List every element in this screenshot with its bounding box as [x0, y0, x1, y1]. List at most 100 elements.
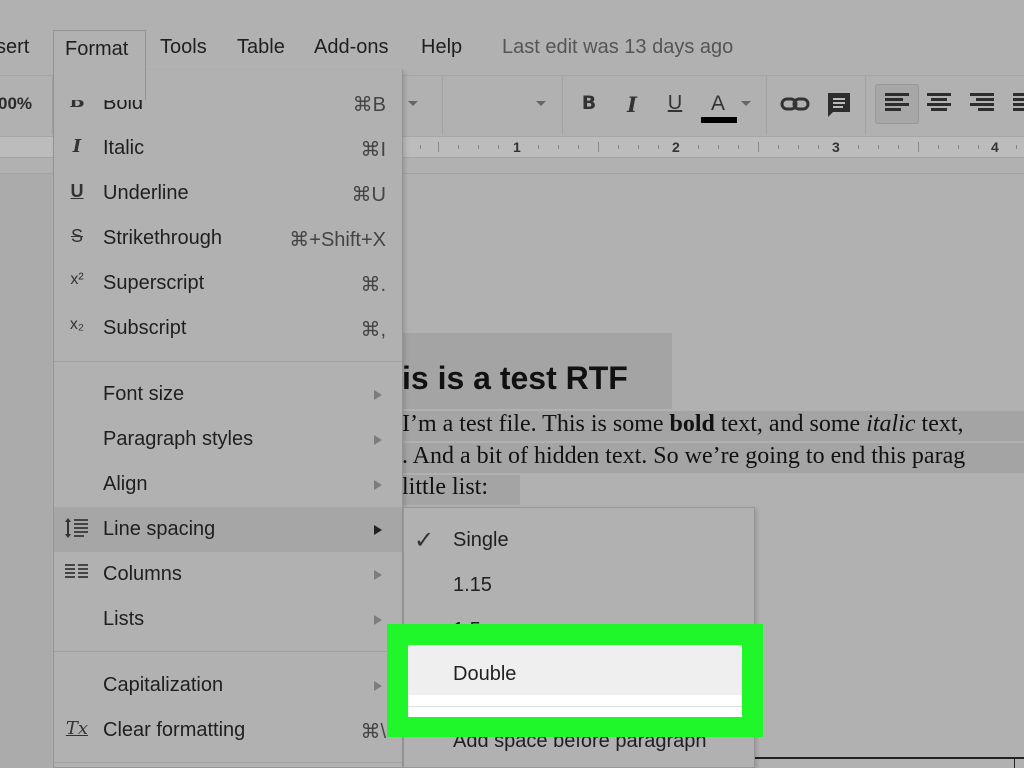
table-border [1014, 757, 1015, 768]
submenu-arrow-icon [374, 435, 382, 445]
ruler-tick [938, 145, 939, 149]
menu-item-align[interactable]: Align [54, 462, 402, 507]
menu-insert[interactable]: sert [0, 36, 29, 59]
ruler-tick [698, 145, 699, 149]
menu-divider [54, 762, 402, 763]
ruler-tick [420, 145, 421, 149]
ruler-label: 3 [832, 139, 840, 155]
submenu-item-label: Single [453, 529, 509, 551]
zoom-select[interactable]: 00% [0, 94, 32, 114]
line-spacing-icon [64, 517, 90, 544]
submenu-item-label: Double [453, 663, 517, 685]
ruler-tick [458, 145, 459, 149]
text-run: text, and some [714, 411, 867, 437]
menu-table[interactable]: Table [237, 36, 285, 59]
align-left-icon[interactable] [885, 93, 909, 113]
strikethrough-icon: S [70, 226, 83, 246]
text-color-button[interactable]: A [706, 92, 730, 116]
shortcut-label: ⌘B [352, 94, 386, 116]
menu-item-label: Italic [103, 137, 145, 159]
menu-item-font-size[interactable]: Font size [54, 372, 402, 417]
toolbar-divider [442, 76, 443, 134]
menu-item-label: Clear formatting [103, 719, 246, 741]
menu-item-label: Paragraph styles [103, 428, 254, 450]
ruler-label: 4 [991, 139, 999, 155]
ruler-tick [618, 145, 619, 149]
align-right-icon[interactable] [970, 93, 994, 113]
document-title[interactable]: is is a test RTF [402, 360, 628, 397]
text-color-caret-icon[interactable] [741, 101, 751, 106]
table-border [755, 757, 1024, 759]
menu-item-superscript[interactable]: x² Superscript ⌘. [54, 261, 402, 306]
ruler-tick [438, 142, 439, 152]
submenu-item-single[interactable]: ✓ Single [404, 518, 754, 563]
submenu-item-1-15[interactable]: 1.15 [404, 563, 754, 608]
ruler-label: 2 [672, 139, 680, 155]
ruler-tick [738, 145, 739, 149]
menu-help[interactable]: Help [421, 36, 462, 59]
submenu-item-label: 1.15 [453, 574, 492, 596]
menu-divider [54, 651, 402, 652]
last-edit-status[interactable]: Last edit was 13 days ago [502, 36, 733, 59]
menu-item-strikethrough[interactable]: S Strikethrough ⌘+Shift+X [54, 216, 402, 261]
ruler-tick [498, 145, 499, 149]
shortcut-label: ⌘+Shift+X [289, 229, 386, 251]
ruler-tick [538, 145, 539, 149]
submenu-arrow-icon [374, 615, 382, 625]
italic-icon: I [72, 136, 82, 157]
link-icon[interactable] [780, 94, 810, 119]
toolbar-divider [865, 76, 866, 134]
menu-item-label: Lists [103, 608, 145, 630]
menu-item-capitalization[interactable]: Capitalization [54, 663, 402, 708]
menubar: sert Format Tools Table Add-ons Help Las… [0, 26, 1024, 100]
ruler-tick [978, 145, 979, 149]
italic-text: italic [866, 411, 916, 437]
menu-item-columns[interactable]: Columns [54, 552, 402, 597]
menu-item-label: Strikethrough [103, 227, 222, 249]
document-line[interactable]: . And a bit of hidden text. So we’re goi… [402, 443, 965, 470]
submenu-arrow-icon [374, 570, 382, 580]
italic-button[interactable]: I [620, 92, 644, 117]
menu-item-italic[interactable]: I Italic ⌘I [54, 126, 402, 171]
shortcut-label: ⌘I [360, 139, 386, 161]
menu-item-clear-formatting[interactable]: Tx Clear formatting ⌘\ [54, 708, 402, 753]
document-line[interactable]: little list: [402, 474, 488, 501]
menu-item-subscript[interactable]: x₂ Subscript ⌘, [54, 306, 402, 351]
menu-item-label: Subscript [103, 317, 187, 339]
menu-format[interactable]: Format [53, 30, 146, 100]
menu-item-lists[interactable]: Lists [54, 597, 402, 642]
submenu-arrow-icon [374, 480, 382, 490]
menu-item-label: Align [103, 473, 148, 495]
menu-add-ons[interactable]: Add-ons [314, 36, 389, 59]
menu-item-label: Underline [103, 182, 189, 204]
format-menu: B Bold ⌘B I Italic ⌘I U Underline ⌘U S S… [53, 70, 403, 768]
ruler-tick [878, 145, 879, 149]
subscript-icon: x₂ [69, 316, 85, 333]
menu-item-line-spacing[interactable]: Line spacing [54, 507, 402, 552]
toolbar-divider [562, 76, 563, 134]
menu-item-paragraph-styles[interactable]: Paragraph styles [54, 417, 402, 462]
ruler-tick [598, 142, 599, 152]
menu-item-underline[interactable]: U Underline ⌘U [54, 171, 402, 216]
superscript-icon: x² [70, 271, 84, 288]
menu-item-label: Font size [103, 383, 185, 405]
comment-icon[interactable] [825, 90, 853, 123]
bold-text: bold [669, 411, 715, 437]
align-center-icon[interactable] [927, 93, 951, 113]
menu-tools[interactable]: Tools [160, 36, 207, 59]
document-line[interactable]: I’m a test file. This is some bold text,… [402, 411, 964, 438]
ruler-tick [958, 145, 959, 149]
underline-button[interactable]: U [663, 92, 687, 115]
clear-formatting-icon: Tx [65, 718, 89, 739]
toolbar-divider [766, 76, 767, 134]
submenu-item-double-row[interactable]: Double [408, 645, 742, 695]
font-size-dropdown-caret-icon[interactable] [536, 101, 546, 106]
submenu-item-double[interactable]: Double [408, 645, 742, 717]
align-justify-icon[interactable] [1013, 93, 1024, 113]
ruler-tick [818, 145, 819, 149]
bold-button[interactable]: B [577, 92, 601, 114]
ruler-tick [918, 142, 919, 152]
ruler-tick [798, 145, 799, 149]
ruler-tick [578, 145, 579, 149]
font-dropdown-caret-icon[interactable] [408, 101, 418, 106]
